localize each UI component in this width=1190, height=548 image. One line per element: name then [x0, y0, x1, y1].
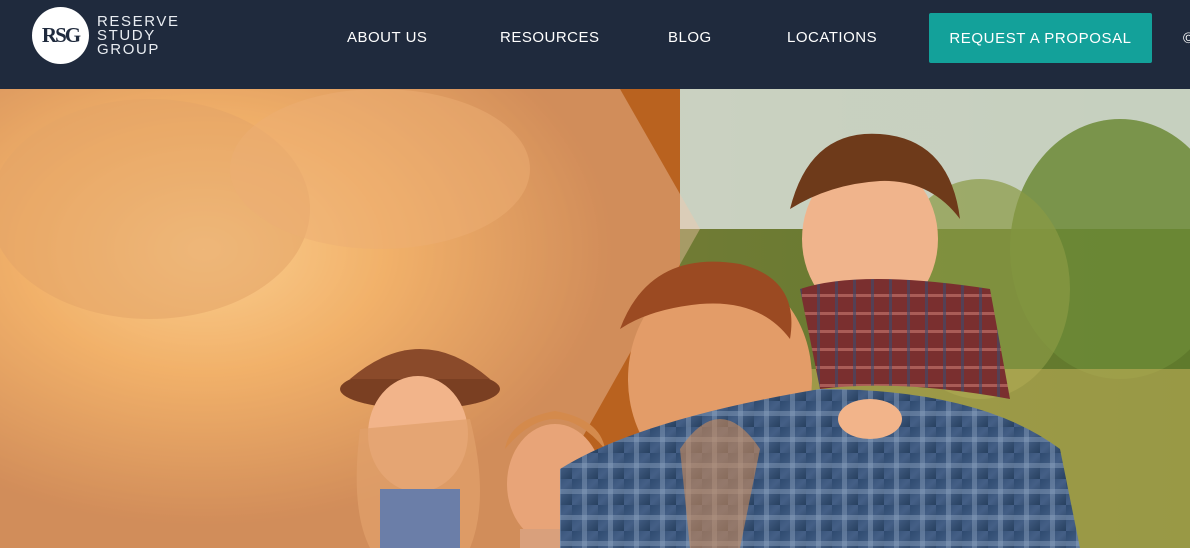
nav-locations[interactable]: LOCATIONS	[787, 29, 877, 46]
site-header: RSG RESERVE STUDY GROUP ABOUT US RESOURC…	[0, 0, 1190, 89]
request-proposal-button[interactable]: REQUEST A PROPOSAL	[929, 13, 1152, 63]
nav-resources[interactable]: RESOURCES	[500, 29, 600, 46]
hero-photo-illustration	[0, 89, 1190, 548]
cut-off-icon[interactable]: ©	[1183, 30, 1190, 47]
nav-blog[interactable]: BLOG	[668, 29, 712, 46]
nav-about-us[interactable]: ABOUT US	[347, 29, 427, 46]
hero-image	[0, 89, 1190, 548]
